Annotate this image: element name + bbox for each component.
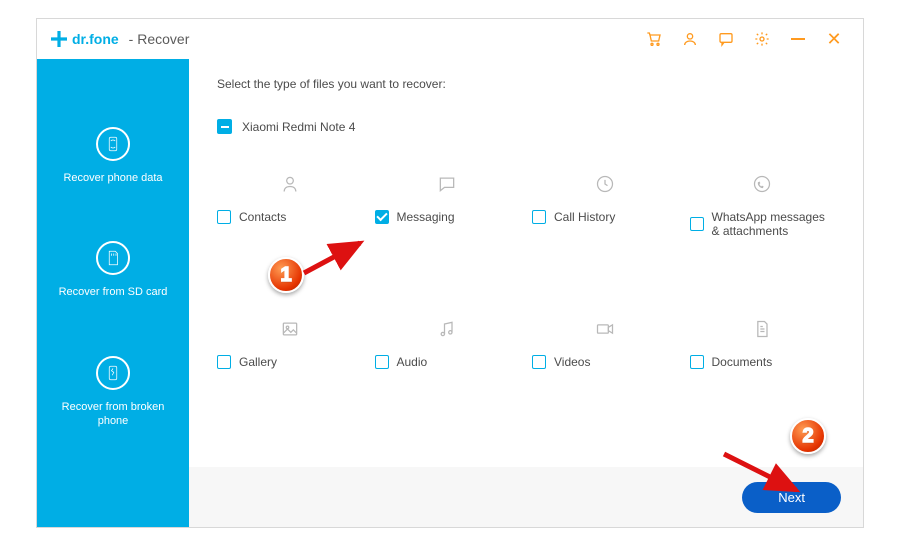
minimize-button[interactable] <box>783 24 813 54</box>
sidebar: Recover phone data Recover from SD card … <box>37 59 189 527</box>
gallery-icon <box>217 319 363 339</box>
type-videos: Videos <box>532 319 678 369</box>
type-label: Documents <box>712 355 773 369</box>
gear-icon[interactable] <box>747 24 777 54</box>
app-body: Recover phone data Recover from SD card … <box>37 59 863 527</box>
checkbox[interactable] <box>532 355 546 369</box>
annotation-badge-1: 1 <box>268 257 304 293</box>
type-label: Call History <box>554 210 615 224</box>
type-gallery: Gallery <box>217 319 363 369</box>
sidebar-item-broken-phone[interactable]: Recover from broken phone <box>37 356 189 429</box>
cart-icon[interactable] <box>639 24 669 54</box>
brand-text: dr.fone <box>72 31 119 47</box>
checkbox[interactable] <box>217 210 231 224</box>
type-documents: Documents <box>690 319 836 369</box>
sidebar-item-label: Recover phone data <box>63 171 162 185</box>
instruction-text: Select the type of files you want to rec… <box>217 77 835 91</box>
type-label: Gallery <box>239 355 277 369</box>
type-checkbox-row[interactable]: Audio <box>375 355 428 369</box>
phone-refresh-icon <box>96 127 130 161</box>
checkbox[interactable] <box>690 217 704 231</box>
titlebar: dr.fone - Recover ✕ <box>37 19 863 59</box>
app-window: dr.fone - Recover ✕ Recover phone data R… <box>36 18 864 528</box>
whatsapp-icon <box>690 174 836 194</box>
sidebar-item-sd-card[interactable]: Recover from SD card <box>37 241 189 299</box>
file-type-grid: Contacts Messaging Call History WhatsApp… <box>217 174 835 369</box>
type-checkbox-row[interactable]: WhatsApp messages & attachments <box>690 210 832 239</box>
checkbox[interactable] <box>375 355 389 369</box>
checkbox[interactable] <box>375 210 389 224</box>
clock-icon <box>532 174 678 194</box>
footer-bar: Next <box>189 467 863 527</box>
feedback-icon[interactable] <box>711 24 741 54</box>
type-checkbox-row[interactable]: Documents <box>690 355 773 369</box>
plus-icon <box>51 31 67 47</box>
next-button[interactable]: Next <box>742 482 841 513</box>
type-label: Messaging <box>397 210 455 224</box>
type-audio: Audio <box>375 319 521 369</box>
type-contacts: Contacts <box>217 174 363 239</box>
sidebar-item-phone-data[interactable]: Recover phone data <box>37 127 189 185</box>
user-icon[interactable] <box>675 24 705 54</box>
messaging-icon <box>375 174 521 194</box>
type-call-history: Call History <box>532 174 678 239</box>
sidebar-item-label: Recover from SD card <box>59 285 168 299</box>
module-name: - Recover <box>129 31 190 47</box>
type-messaging: Messaging <box>375 174 521 239</box>
type-label: Videos <box>554 355 590 369</box>
device-name: Xiaomi Redmi Note 4 <box>242 120 355 134</box>
checkbox[interactable] <box>690 355 704 369</box>
broken-phone-icon <box>96 356 130 390</box>
contacts-icon <box>217 174 363 194</box>
annotation-badge-2: 2 <box>790 418 826 454</box>
video-icon <box>532 319 678 339</box>
collapse-icon <box>217 119 232 134</box>
checkbox[interactable] <box>532 210 546 224</box>
audio-icon <box>375 319 521 339</box>
type-label: WhatsApp messages & attachments <box>712 210 832 239</box>
type-checkbox-row[interactable]: Call History <box>532 210 615 224</box>
sd-card-icon <box>96 241 130 275</box>
sidebar-item-label: Recover from broken phone <box>45 400 181 429</box>
type-checkbox-row[interactable]: Videos <box>532 355 590 369</box>
checkbox[interactable] <box>217 355 231 369</box>
app-logo: dr.fone <box>51 31 119 47</box>
type-whatsapp: WhatsApp messages & attachments <box>690 174 836 239</box>
close-button[interactable]: ✕ <box>819 24 849 54</box>
close-icon: ✕ <box>826 29 841 50</box>
type-checkbox-row[interactable]: Contacts <box>217 210 286 224</box>
device-row[interactable]: Xiaomi Redmi Note 4 <box>217 119 835 134</box>
type-label: Audio <box>397 355 428 369</box>
type-checkbox-row[interactable]: Gallery <box>217 355 277 369</box>
type-checkbox-row[interactable]: Messaging <box>375 210 455 224</box>
type-label: Contacts <box>239 210 286 224</box>
document-icon <box>690 319 836 339</box>
main-panel: Select the type of files you want to rec… <box>189 59 863 527</box>
